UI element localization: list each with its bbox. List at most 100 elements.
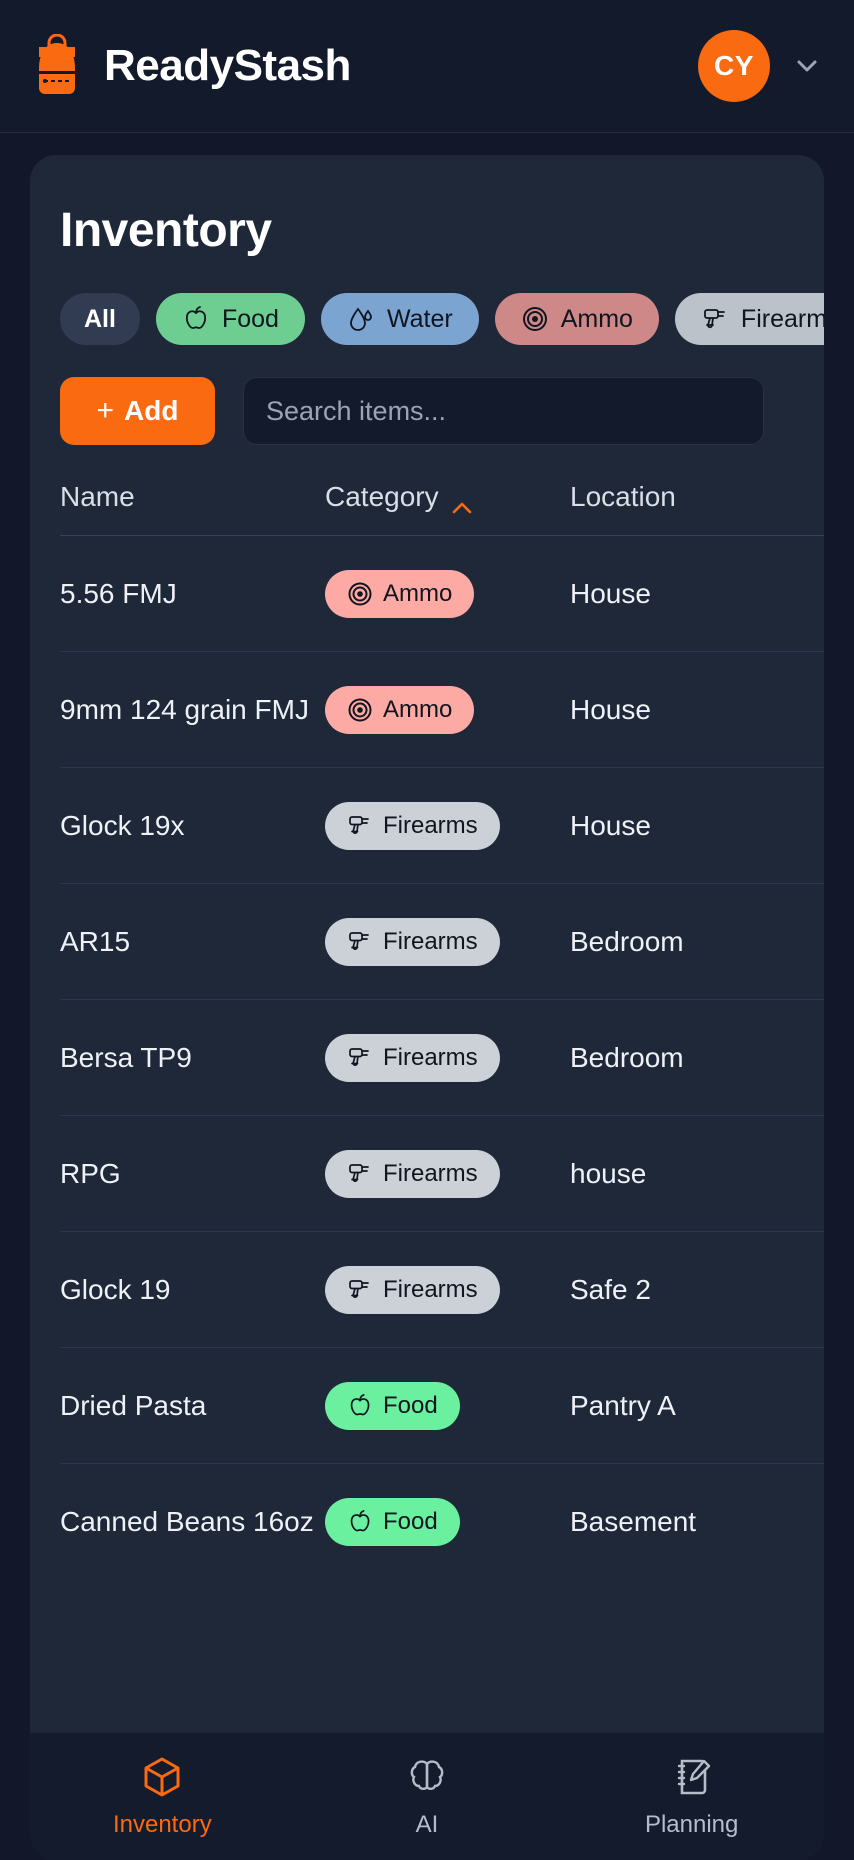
pistol-icon bbox=[347, 1161, 373, 1187]
search-input[interactable] bbox=[243, 377, 764, 445]
app-root: ReadyStash CY Inventory All Food Water A… bbox=[0, 0, 854, 1860]
filter-chip-label: Ammo bbox=[560, 304, 633, 333]
category-badge-label: Ammo bbox=[383, 695, 453, 723]
add-button-label: Add bbox=[124, 395, 179, 426]
avatar-initials: CY bbox=[714, 50, 754, 81]
category-badge: Ammo bbox=[325, 569, 475, 618]
table-row[interactable]: Dried Pasta Food Pantry A bbox=[60, 1348, 824, 1464]
top-bar-right: CY bbox=[698, 30, 822, 102]
category-badge: Firearms bbox=[325, 801, 500, 850]
cell-location: Bedroom bbox=[570, 1041, 684, 1073]
nav-item-ai[interactable]: AI bbox=[295, 1733, 560, 1860]
target-icon bbox=[521, 305, 549, 333]
plus-icon: + bbox=[96, 394, 115, 427]
nav-item-planning[interactable]: Planning bbox=[559, 1733, 824, 1860]
cell-location: Bedroom bbox=[570, 925, 684, 957]
nav-item-label: Inventory bbox=[112, 1810, 212, 1838]
target-icon bbox=[347, 697, 373, 723]
category-badge-label: Firearms bbox=[383, 1159, 478, 1187]
cell-location: House bbox=[570, 577, 651, 609]
cell-category: Ammo bbox=[325, 685, 570, 734]
filter-chip-ammo[interactable]: Ammo bbox=[494, 293, 659, 345]
cube-icon bbox=[140, 1755, 184, 1799]
column-header-name[interactable]: Name bbox=[60, 481, 325, 513]
table-row[interactable]: 9mm 124 grain FMJ Ammo House bbox=[60, 652, 824, 768]
backpack-icon bbox=[30, 33, 84, 98]
filter-chip-water[interactable]: Water bbox=[320, 293, 479, 345]
cell-category: Ammo bbox=[325, 569, 570, 618]
table-row[interactable]: Glock 19x Firearms House bbox=[60, 768, 824, 884]
column-header-label: Category bbox=[325, 481, 439, 512]
table-body: 5.56 FMJ Ammo House 9mm 124 grain FMJ Ammo Ho… bbox=[60, 536, 824, 1580]
brand-name: ReadyStash bbox=[104, 41, 351, 90]
filter-chip-all[interactable]: All bbox=[60, 293, 140, 345]
pistol-icon bbox=[347, 1045, 373, 1071]
filter-chip-label: Water bbox=[386, 304, 453, 333]
nav-item-inventory[interactable]: Inventory bbox=[30, 1733, 295, 1860]
cell-category: Firearms bbox=[325, 917, 570, 966]
page-title: Inventory bbox=[60, 204, 272, 257]
cell-location: house bbox=[570, 1157, 647, 1189]
filter-chip-firearms[interactable]: Firearms bbox=[674, 293, 824, 345]
category-badge-label: Firearms bbox=[383, 927, 478, 955]
cell-category: Food bbox=[325, 1381, 570, 1430]
cell-item-name: Glock 19x bbox=[60, 809, 185, 841]
category-badge: Firearms bbox=[325, 1265, 500, 1314]
filter-chip-food[interactable]: Food bbox=[155, 293, 305, 345]
filter-chip-label: All bbox=[84, 304, 116, 333]
cell-item-name: RPG bbox=[60, 1157, 121, 1189]
cell-category: Firearms bbox=[325, 1265, 570, 1314]
table-row[interactable]: Glock 19 Firearms Safe 2 bbox=[60, 1232, 824, 1348]
category-filter-bar[interactable]: All Food Water Ammo Firearm bbox=[30, 258, 824, 345]
sort-ascending-icon bbox=[451, 490, 473, 514]
content-area: Inventory All Food Water Ammo Firearm + … bbox=[0, 133, 854, 1860]
avatar[interactable]: CY bbox=[698, 30, 770, 102]
add-button[interactable]: + Add bbox=[60, 377, 215, 445]
category-badge: Firearms bbox=[325, 1149, 500, 1198]
table-row[interactable]: AR15 Firearms Bedroom bbox=[60, 884, 824, 1000]
category-badge: Food bbox=[325, 1498, 460, 1546]
category-badge: Firearms bbox=[325, 1033, 500, 1082]
cell-location: Safe 2 bbox=[570, 1273, 651, 1305]
category-badge-label: Food bbox=[383, 1508, 438, 1535]
cell-item-name: Dried Pasta bbox=[60, 1389, 207, 1421]
cell-item-name: Bersa TP9 bbox=[60, 1041, 192, 1073]
category-badge-label: Firearms bbox=[383, 1275, 478, 1303]
column-header-label: Name bbox=[60, 481, 135, 512]
cell-location: Pantry A bbox=[570, 1389, 676, 1421]
cell-category: Firearms bbox=[325, 1149, 570, 1198]
category-badge-label: Firearms bbox=[383, 1043, 478, 1071]
chevron-down-icon[interactable] bbox=[792, 51, 822, 81]
cell-location: House bbox=[570, 809, 651, 841]
nav-item-label: Planning bbox=[644, 1810, 739, 1838]
inventory-controls: + Add bbox=[30, 345, 824, 445]
cell-category: Firearms bbox=[325, 1033, 570, 1082]
cell-category: Firearms bbox=[325, 801, 570, 850]
filter-chip-label: Food bbox=[221, 304, 279, 333]
cell-category: Food bbox=[325, 1498, 570, 1546]
table-row[interactable]: 5.56 FMJ Ammo House bbox=[60, 536, 824, 652]
column-header-category[interactable]: Category bbox=[325, 481, 570, 514]
category-badge-label: Ammo bbox=[383, 579, 453, 607]
cell-item-name: Glock 19 bbox=[60, 1273, 171, 1305]
cell-item-name: Canned Beans 16oz bbox=[60, 1506, 314, 1538]
table-row[interactable]: Canned Beans 16oz Food Basement bbox=[60, 1464, 824, 1580]
pistol-icon bbox=[347, 929, 373, 955]
column-header-label: Location bbox=[570, 481, 676, 512]
apple-icon bbox=[182, 305, 210, 333]
inventory-card: Inventory All Food Water Ammo Firearm + … bbox=[30, 155, 824, 1860]
category-badge-label: Firearms bbox=[383, 811, 478, 839]
apple-icon bbox=[347, 1393, 373, 1419]
nav-item-label: AI bbox=[415, 1810, 439, 1838]
category-badge-label: Food bbox=[383, 1391, 438, 1419]
cell-item-name: 9mm 124 grain FMJ bbox=[60, 693, 309, 725]
target-icon bbox=[347, 581, 373, 607]
table-header-row: Name Category Location bbox=[60, 481, 824, 536]
column-header-location[interactable]: Location bbox=[570, 481, 764, 513]
cell-item-name: 5.56 FMJ bbox=[60, 577, 177, 609]
cell-item-name: AR15 bbox=[60, 925, 131, 957]
brand[interactable]: ReadyStash bbox=[30, 33, 351, 98]
pistol-icon bbox=[347, 1277, 373, 1303]
table-row[interactable]: RPG Firearms house bbox=[60, 1116, 824, 1232]
table-row[interactable]: Bersa TP9 Firearms Bedroom bbox=[60, 1000, 824, 1116]
